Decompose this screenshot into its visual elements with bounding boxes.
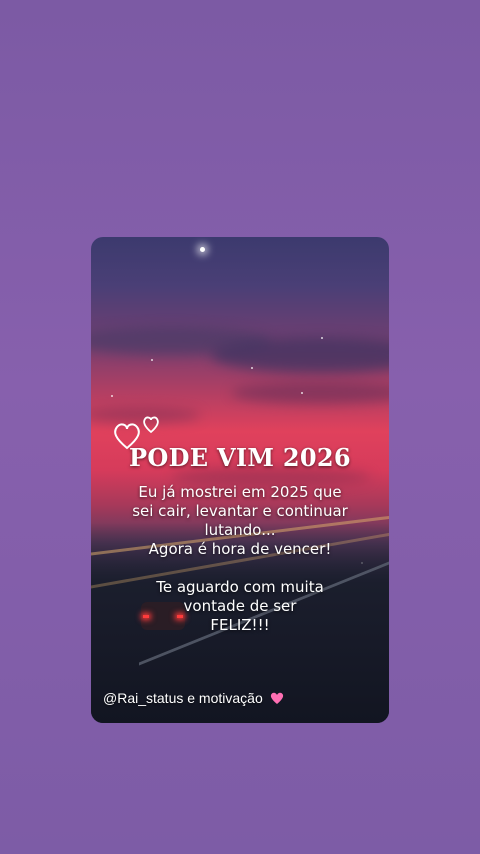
- post-message: Eu já mostrei em 2025 que sei cair, leva…: [91, 483, 389, 635]
- message-line: Eu já mostrei em 2025 que: [138, 483, 342, 501]
- story-card: PODE VIM 2026 Eu já mostrei em 2025 que …: [91, 237, 389, 723]
- message-line: sei cair, levantar e continuar: [132, 502, 348, 520]
- message-line: vontade de ser: [183, 597, 297, 615]
- message-line: Te aguardo com muita: [156, 578, 324, 596]
- pink-heart-icon: [270, 692, 283, 704]
- cloud: [231, 382, 389, 404]
- message-line: Agora é hora de vencer!: [148, 540, 332, 558]
- cloud: [211, 337, 389, 373]
- star: [111, 395, 113, 397]
- post-title: PODE VIM 2026: [129, 443, 351, 472]
- star: [301, 392, 303, 394]
- message-line: FELIZ!!!: [210, 616, 270, 634]
- star: [151, 359, 153, 361]
- star: [251, 367, 253, 369]
- author-credit[interactable]: @Rai_status e motivação: [103, 690, 284, 706]
- star: [200, 247, 205, 252]
- author-credit-text: @Rai_status e motivação: [103, 690, 263, 706]
- message-line: lutando...: [204, 521, 276, 539]
- message-line: [91, 559, 389, 578]
- star: [321, 337, 323, 339]
